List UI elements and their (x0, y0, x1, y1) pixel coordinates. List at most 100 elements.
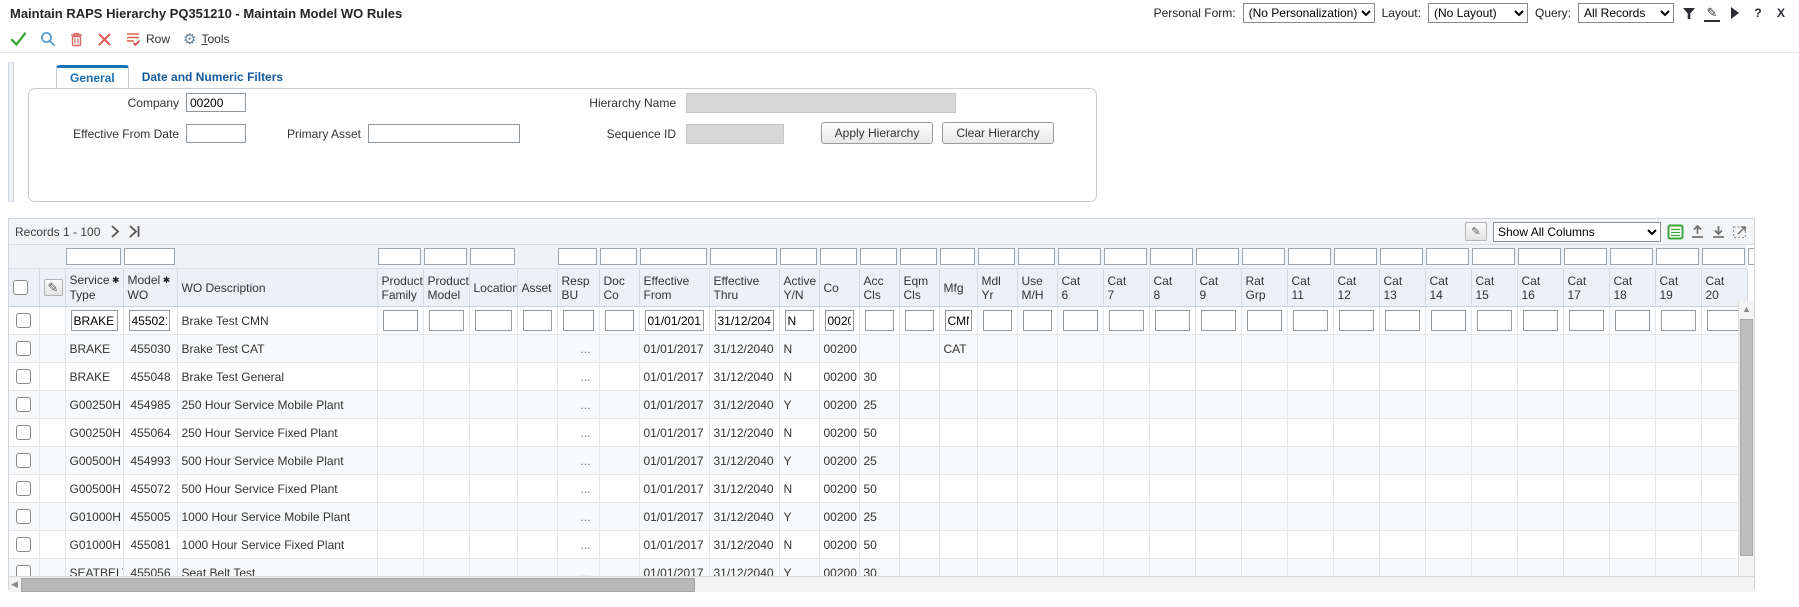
apply-hierarchy-button[interactable]: Apply Hierarchy (821, 122, 933, 144)
cell-input-location[interactable] (475, 310, 512, 331)
qbe-filter-mdl_yr[interactable] (978, 248, 1015, 265)
qbe-filter-service_type[interactable] (66, 248, 121, 265)
cell-input-resp_bu[interactable] (563, 310, 594, 331)
row-select-checkbox[interactable] (16, 369, 31, 384)
select-all-checkbox[interactable] (13, 280, 28, 295)
cell-input-acc_cls[interactable] (865, 310, 894, 331)
cell-input-doc_co[interactable] (605, 310, 634, 331)
qbe-filter-use_mh[interactable] (1018, 248, 1055, 265)
qbe-filter-effective_from[interactable] (640, 248, 707, 265)
cell-input-cat18[interactable] (1615, 310, 1650, 331)
column-header-effective_thru[interactable]: EffectiveThru (709, 269, 779, 307)
qbe-filter-effective_thru[interactable] (710, 248, 777, 265)
grid-row[interactable]: SEATBELT455056Seat Belt Test...01/01/201… (9, 559, 1747, 577)
next-page-icon[interactable] (110, 225, 120, 238)
qbe-filter-mfg[interactable] (940, 248, 975, 265)
cell-input-active_yn[interactable] (785, 310, 814, 331)
column-header-mdl_yr[interactable]: MdlYr (977, 269, 1017, 307)
qbe-filter-cat18[interactable] (1610, 248, 1653, 265)
cell-input-cat13[interactable] (1385, 310, 1420, 331)
customize-grid-icon[interactable]: ✎ (1465, 222, 1487, 241)
qbe-filter-cat17[interactable] (1564, 248, 1607, 265)
column-header-cat8[interactable]: Cat8 (1149, 269, 1195, 307)
qbe-filter-product_model[interactable] (424, 248, 467, 265)
grid-row[interactable]: Brake Test CMN (9, 307, 1747, 335)
row-menu[interactable]: Row (125, 31, 170, 47)
layout-select[interactable]: (No Layout) (1428, 3, 1528, 23)
primary-asset-field[interactable] (368, 124, 520, 143)
column-header-product_model[interactable]: ProductModel (423, 269, 469, 307)
grid-edit-icon[interactable]: ✎ (44, 279, 63, 296)
cell-input-cat12[interactable] (1339, 310, 1374, 331)
cell-input-product_family[interactable] (383, 310, 418, 331)
qbe-filter-eqm_cls[interactable] (900, 248, 937, 265)
cell-input-model_wo[interactable] (129, 310, 170, 331)
column-header-product_family[interactable]: ProductFamily (377, 269, 423, 307)
grid-row[interactable]: G01000H4550051000 Hour Service Mobile Pl… (9, 503, 1747, 531)
column-header-cat15[interactable]: Cat15 (1471, 269, 1517, 307)
column-header-cat12[interactable]: Cat12 (1333, 269, 1379, 307)
column-header-resp_bu[interactable]: RespBU (557, 269, 599, 307)
column-header-location[interactable]: Location (469, 269, 517, 307)
qbe-filter-spacer[interactable] (1748, 248, 1754, 265)
expand-grid-icon[interactable] (1732, 224, 1748, 239)
qbe-filter-cat15[interactable] (1472, 248, 1515, 265)
cell-input-effective_thru[interactable] (715, 310, 774, 331)
row-select-checkbox[interactable] (16, 509, 31, 524)
close-icon[interactable]: X (1773, 5, 1789, 21)
row-select-checkbox[interactable] (16, 453, 31, 468)
column-header-cat7[interactable]: Cat7 (1103, 269, 1149, 307)
personal-form-select[interactable]: (No Personalization) (1243, 3, 1375, 23)
column-header-cat16[interactable]: Cat16 (1517, 269, 1563, 307)
qbe-filter-acc_cls[interactable] (860, 248, 897, 265)
column-header-cat6[interactable]: Cat6 (1057, 269, 1103, 307)
column-header-service_type[interactable]: Service ✱Type (65, 269, 123, 307)
qbe-filter-rat_grp[interactable] (1242, 248, 1285, 265)
qbe-filter-location[interactable] (470, 248, 515, 265)
column-header-active_yn[interactable]: ActiveY/N (779, 269, 819, 307)
clear-hierarchy-button[interactable]: Clear Hierarchy (942, 122, 1054, 144)
delete-button[interactable] (69, 31, 84, 47)
column-header-eqm_cls[interactable]: EqmCls (899, 269, 939, 307)
cell-input-service_type[interactable] (71, 310, 118, 331)
grid-row[interactable]: G00500H455072500 Hour Service Fixed Plan… (9, 475, 1747, 503)
export-grid-icon[interactable] (1690, 224, 1705, 239)
row-select-checkbox[interactable] (16, 481, 31, 496)
column-header-cat17[interactable]: Cat17 (1563, 269, 1609, 307)
qbe-filter-cat12[interactable] (1334, 248, 1377, 265)
horizontal-scrollbar[interactable]: ◀ (9, 576, 1754, 592)
column-header-rat_grp[interactable]: RatGrp (1241, 269, 1287, 307)
cell-input-cat16[interactable] (1523, 310, 1558, 331)
tab-date-and-numeric-filters[interactable]: Date and Numeric Filters (129, 65, 296, 88)
vertical-scroll-thumb[interactable] (1740, 319, 1753, 556)
cancel-button[interactable] (97, 32, 112, 47)
cell-input-use_mh[interactable] (1023, 310, 1052, 331)
cell-input-effective_from[interactable] (645, 310, 704, 331)
cell-input-cat6[interactable] (1063, 310, 1098, 331)
qbe-filter-cat13[interactable] (1380, 248, 1423, 265)
column-header-cat9[interactable]: Cat9 (1195, 269, 1241, 307)
filter-icon[interactable] (1681, 5, 1697, 21)
row-select-checkbox[interactable] (16, 565, 31, 576)
edit-query-icon[interactable]: ✎ (1704, 4, 1720, 22)
cell-input-mfg[interactable] (945, 310, 972, 331)
qbe-filter-model_wo[interactable] (124, 248, 175, 265)
cell-input-asset[interactable] (523, 310, 552, 331)
company-field[interactable] (186, 93, 246, 112)
cell-input-cat17[interactable] (1569, 310, 1604, 331)
qbe-filter-active_yn[interactable] (780, 248, 817, 265)
grid-row[interactable]: BRAKE455030Brake Test CAT...01/01/201731… (9, 335, 1747, 363)
ok-button[interactable] (10, 31, 27, 47)
grid-row[interactable]: G01000H4550811000 Hour Service Fixed Pla… (9, 531, 1747, 559)
cell-input-co[interactable] (825, 310, 854, 331)
qbe-filter-co[interactable] (820, 248, 857, 265)
qbe-filter-resp_bu[interactable] (558, 248, 597, 265)
qbe-filter-cat16[interactable] (1518, 248, 1561, 265)
side-panel-handle[interactable] (8, 62, 14, 202)
qbe-filter-cat11[interactable] (1288, 248, 1331, 265)
tools-menu[interactable]: ⚙ Tools (183, 32, 229, 47)
column-header-cat13[interactable]: Cat13 (1379, 269, 1425, 307)
scroll-left-icon[interactable]: ◀ (11, 577, 18, 592)
query-select[interactable]: All Records (1578, 3, 1674, 23)
row-select-checkbox[interactable] (16, 397, 31, 412)
